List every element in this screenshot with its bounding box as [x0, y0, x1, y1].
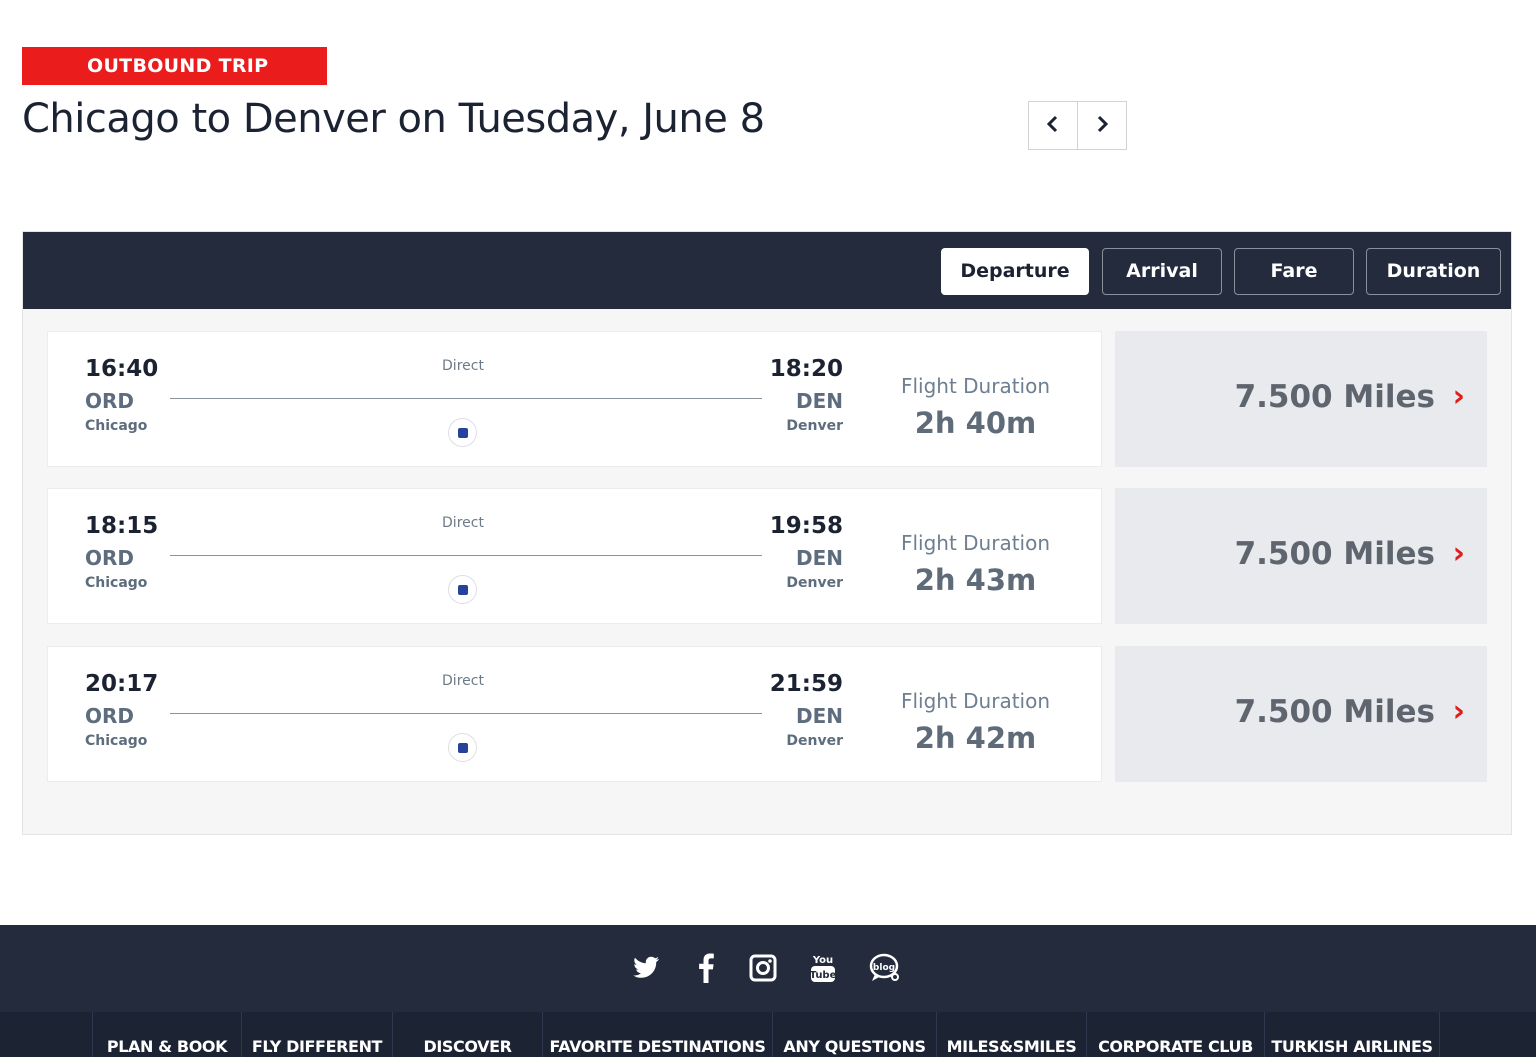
chevron-right-icon: ›: [1452, 694, 1465, 729]
arrival-time: 21:59: [769, 671, 843, 697]
departure-time: 18:15: [85, 513, 159, 539]
previous-day-button[interactable]: [1029, 102, 1077, 149]
footer-nav-turkish-airlines[interactable]: TURKISH AIRLINES: [1264, 1012, 1440, 1057]
departure-time: 20:17: [85, 671, 159, 697]
fare-price: 7.500 Miles: [1234, 694, 1435, 730]
route-line: [170, 398, 762, 399]
svg-text:blog: blog: [873, 963, 895, 973]
fare-select-button[interactable]: 7.500 Miles ›: [1115, 488, 1487, 624]
flight-duration-value: 2h 40m: [914, 406, 1037, 440]
departure-city: Chicago: [85, 575, 148, 591]
chevron-right-icon: ›: [1452, 379, 1465, 414]
airline-logo-icon: [448, 733, 477, 762]
page-title: Chicago to Denver on Tuesday, June 8: [22, 96, 765, 142]
next-day-button[interactable]: [1077, 102, 1126, 149]
facebook-icon[interactable]: [690, 951, 722, 985]
social-links: You Tube blog: [620, 951, 920, 991]
footer-nav-fly-different[interactable]: FLY DIFFERENT: [241, 1012, 392, 1057]
departure-airport-code: ORD: [85, 389, 135, 413]
airline-logo-icon: [448, 575, 477, 604]
sort-duration-button[interactable]: Duration: [1366, 248, 1501, 295]
stops-label: Direct: [442, 515, 484, 531]
arrival-airport-code: DEN: [795, 704, 843, 728]
flight-row[interactable]: 20:17 ORD Chicago Direct 21:59 DEN Denve…: [47, 646, 1102, 782]
chevron-right-icon: [1095, 114, 1109, 138]
chevron-right-icon: ›: [1452, 536, 1465, 571]
departure-city: Chicago: [85, 418, 148, 434]
fare-price: 7.500 Miles: [1234, 379, 1435, 415]
departure-airport-code: ORD: [85, 546, 135, 570]
instagram-icon[interactable]: [747, 951, 779, 985]
footer-nav-any-questions[interactable]: ANY QUESTIONS: [772, 1012, 936, 1057]
flight-duration-label: Flight Duration: [900, 531, 1051, 555]
departure-city: Chicago: [85, 733, 148, 749]
airline-logo-icon: [448, 418, 477, 447]
sort-arrival-button[interactable]: Arrival: [1102, 248, 1222, 295]
blog-icon[interactable]: blog: [869, 951, 901, 985]
svg-text:You: You: [812, 955, 833, 966]
footer-nav-miles-smiles[interactable]: MILES&SMILES: [936, 1012, 1086, 1057]
flight-duration-value: 2h 43m: [914, 563, 1037, 597]
flight-row[interactable]: 18:15 ORD Chicago Direct 19:58 DEN Denve…: [47, 488, 1102, 624]
footer-nav-corporate-club[interactable]: CORPORATE CLUB: [1086, 1012, 1264, 1057]
arrival-city: Denver: [786, 733, 843, 749]
fare-price: 7.500 Miles: [1234, 536, 1435, 572]
fare-select-button[interactable]: 7.500 Miles ›: [1115, 331, 1487, 467]
route-line: [170, 713, 762, 714]
twitter-icon[interactable]: [630, 951, 662, 985]
sort-fare-button[interactable]: Fare: [1234, 248, 1354, 295]
flight-duration-label: Flight Duration: [900, 374, 1051, 398]
arrival-city: Denver: [786, 418, 843, 434]
flight-row[interactable]: 16:40 ORD Chicago Direct 18:20 DEN Denve…: [47, 331, 1102, 467]
route-line: [170, 555, 762, 556]
footer-nav-favorite-destinations[interactable]: FAVORITE DESTINATIONS: [542, 1012, 772, 1057]
flight-duration-value: 2h 42m: [914, 721, 1037, 755]
stops-label: Direct: [442, 673, 484, 689]
outbound-trip-badge: OUTBOUND TRIP: [22, 47, 327, 85]
arrival-time: 18:20: [769, 356, 843, 382]
date-pager: [1028, 101, 1127, 150]
footer-nav-plan-book[interactable]: PLAN & BOOK: [92, 1012, 241, 1057]
arrival-airport-code: DEN: [795, 389, 843, 413]
stops-label: Direct: [442, 358, 484, 374]
youtube-icon[interactable]: You Tube: [807, 951, 839, 985]
chevron-left-icon: [1046, 114, 1060, 138]
footer-nav-discover[interactable]: DISCOVER: [392, 1012, 542, 1057]
svg-text:Tube: Tube: [810, 970, 837, 981]
sort-bar: Departure Arrival Fare Duration: [23, 232, 1511, 309]
fare-select-button[interactable]: 7.500 Miles ›: [1115, 646, 1487, 782]
arrival-airport-code: DEN: [795, 546, 843, 570]
flight-results-panel: Departure Arrival Fare Duration 16:40 OR…: [22, 231, 1512, 835]
footer-nav: PLAN & BOOK FLY DIFFERENT DISCOVER FAVOR…: [0, 1012, 1536, 1057]
flight-duration-label: Flight Duration: [900, 689, 1051, 713]
site-footer: You Tube blog PLAN & BOOK FLY DIFFERENT D…: [0, 925, 1536, 1057]
departure-airport-code: ORD: [85, 704, 135, 728]
sort-departure-button[interactable]: Departure: [941, 248, 1089, 295]
departure-time: 16:40: [85, 356, 159, 382]
arrival-city: Denver: [786, 575, 843, 591]
arrival-time: 19:58: [769, 513, 843, 539]
